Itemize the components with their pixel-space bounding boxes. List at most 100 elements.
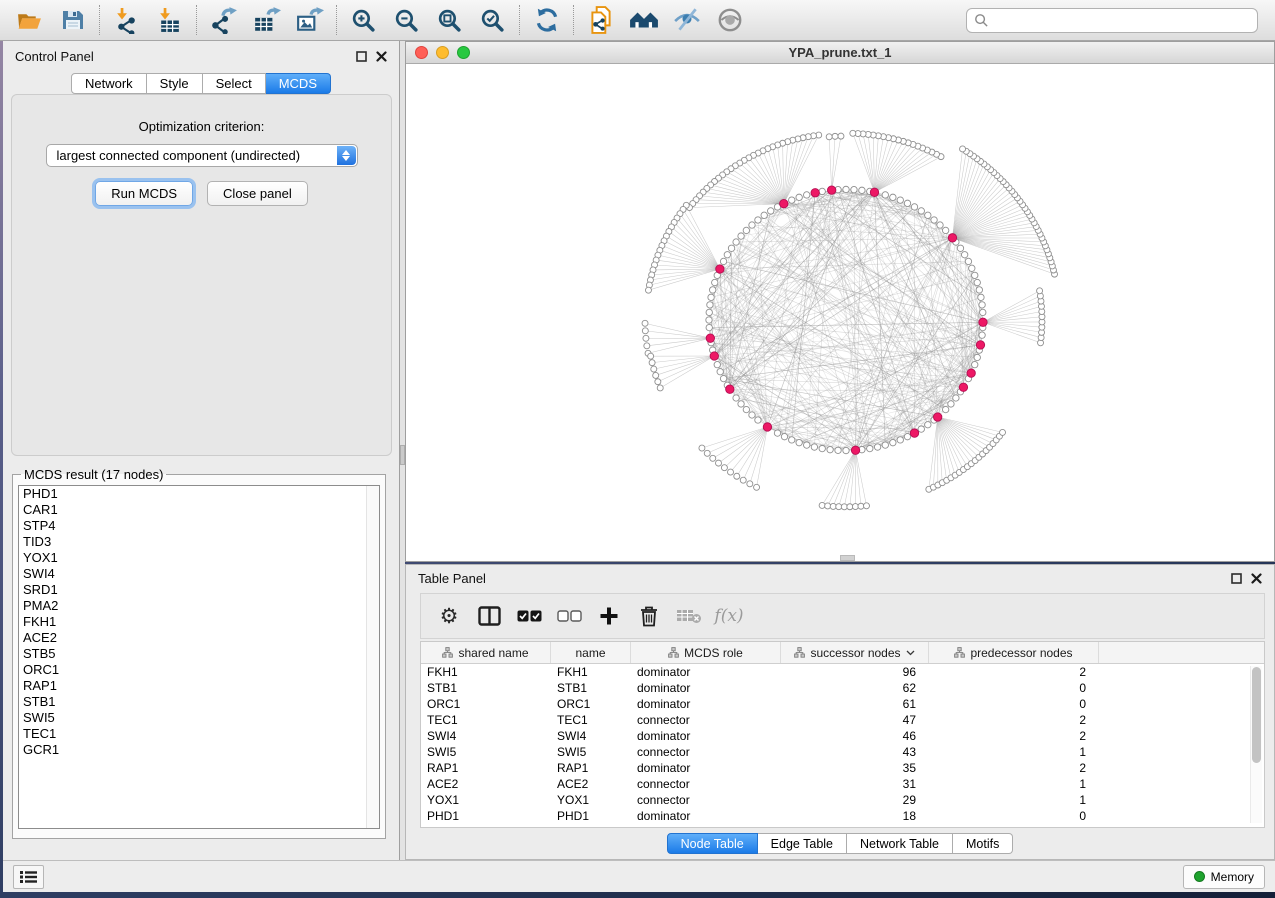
float-window-icon[interactable] (356, 51, 367, 62)
close-window-icon[interactable] (415, 46, 428, 59)
table-row[interactable]: SWI4SWI4dominator462 (421, 728, 1264, 744)
tab-motifs[interactable]: Motifs (953, 833, 1013, 854)
mcds-result-item[interactable]: CAR1 (19, 502, 379, 518)
column-header-successor-nodes[interactable]: successor nodes (781, 642, 929, 663)
column-header-shared-name[interactable]: shared name (421, 642, 551, 663)
table-row[interactable]: YOX1YOX1connector291 (421, 792, 1264, 808)
tab-mcds[interactable]: MCDS (266, 73, 331, 94)
search-field[interactable] (966, 8, 1258, 33)
hide-graphics-details-button[interactable] (665, 3, 708, 37)
minimize-window-icon[interactable] (436, 46, 449, 59)
table-settings-button[interactable]: ⚙ (429, 596, 469, 636)
delete-column-button[interactable] (629, 596, 669, 636)
save-session-button[interactable] (51, 3, 94, 37)
mcds-result-item[interactable]: STB1 (19, 694, 379, 710)
mcds-result-item[interactable]: ACE2 (19, 630, 379, 646)
table-cell: connector (631, 744, 781, 760)
mcds-result-item[interactable]: GCR1 (19, 742, 379, 758)
mcds-result-item[interactable]: SWI5 (19, 710, 379, 726)
eye-icon (716, 6, 744, 34)
show-graphics-details-button[interactable] (708, 3, 751, 37)
refresh-button[interactable] (525, 3, 568, 37)
canvas-splitter-handle[interactable] (840, 555, 855, 561)
table-cell: STB1 (421, 680, 551, 696)
optimization-criterion-select[interactable]: largest connected component (undirected) (46, 144, 358, 167)
table-row[interactable]: TEC1TEC1connector472 (421, 712, 1264, 728)
column-header-mcds-role[interactable]: MCDS role (631, 642, 781, 663)
network-window-titlebar[interactable]: YPA_prune.txt_1 (406, 42, 1274, 64)
toggle-columns-button[interactable] (469, 596, 509, 636)
delete-table-button[interactable] (669, 596, 709, 636)
mcds-result-item[interactable]: YOX1 (19, 550, 379, 566)
mcds-list-scrollbar[interactable] (366, 486, 379, 828)
close-panel-button[interactable]: Close panel (207, 181, 308, 206)
export-image-button[interactable] (288, 3, 331, 37)
search-input[interactable] (993, 13, 1250, 27)
export-table-button[interactable] (245, 3, 288, 37)
table-cell: dominator (631, 760, 781, 776)
mcds-result-item[interactable]: PMA2 (19, 598, 379, 614)
network-import-icon (113, 7, 140, 34)
mcds-result-item[interactable]: SWI4 (19, 566, 379, 582)
control-panel-title: Control Panel (15, 49, 94, 64)
select-all-button[interactable] (509, 596, 549, 636)
open-session-button[interactable] (8, 3, 51, 37)
table-cell: 2 (929, 760, 1099, 776)
table-cell: RAP1 (421, 760, 551, 776)
memory-button[interactable]: Memory (1183, 865, 1265, 889)
mcds-result-item[interactable]: TID3 (19, 534, 379, 550)
mcds-result-item[interactable]: PHD1 (19, 486, 379, 502)
maximize-window-icon[interactable] (457, 46, 470, 59)
run-mcds-button[interactable]: Run MCDS (95, 181, 193, 206)
deselect-all-button[interactable] (549, 596, 589, 636)
table-row[interactable]: ACE2ACE2connector311 (421, 776, 1264, 792)
mcds-result-item[interactable]: RAP1 (19, 678, 379, 694)
table-row[interactable]: PHD1PHD1dominator180 (421, 808, 1264, 824)
table-panel: Table Panel ⚙ (405, 564, 1275, 860)
table-cell: STB1 (551, 680, 631, 696)
mcds-result-item[interactable]: ORC1 (19, 662, 379, 678)
mcds-result-item[interactable]: STB5 (19, 646, 379, 662)
tab-edge-table[interactable]: Edge Table (758, 833, 847, 854)
zoom-in-button[interactable] (342, 3, 385, 37)
zoom-fit-button[interactable] (428, 3, 471, 37)
import-table-button[interactable] (148, 3, 191, 37)
mcds-result-item[interactable]: TEC1 (19, 726, 379, 742)
table-row[interactable]: RAP1RAP1dominator352 (421, 760, 1264, 776)
tab-network-table[interactable]: Network Table (847, 833, 953, 854)
tab-node-table[interactable]: Node Table (667, 833, 758, 854)
tab-select[interactable]: Select (203, 73, 266, 94)
table-row[interactable]: FKH1FKH1dominator962 (421, 664, 1264, 680)
table-row[interactable]: SWI5SWI5connector431 (421, 744, 1264, 760)
float-window-icon[interactable] (1231, 573, 1242, 584)
import-network-button[interactable] (105, 3, 148, 37)
create-column-button[interactable] (589, 596, 629, 636)
table-row[interactable]: STB1STB1dominator620 (421, 680, 1264, 696)
network-canvas[interactable] (406, 64, 1274, 561)
tree-icon (954, 647, 965, 658)
zoom-out-button[interactable] (385, 3, 428, 37)
table-scrollbar[interactable] (1250, 666, 1262, 823)
new-network-from-selection-button[interactable] (579, 3, 622, 37)
table-scrollbar-thumb[interactable] (1252, 667, 1261, 763)
close-panel-icon[interactable] (376, 51, 387, 62)
zoom-selected-button[interactable] (471, 3, 514, 37)
column-header-predecessor-nodes[interactable]: predecessor nodes (929, 642, 1099, 663)
export-network-button[interactable] (202, 3, 245, 37)
network-overview-button[interactable] (622, 3, 665, 37)
mcds-result-item[interactable]: FKH1 (19, 614, 379, 630)
tab-style[interactable]: Style (147, 73, 203, 94)
close-panel-icon[interactable] (1251, 573, 1262, 584)
mcds-result-item[interactable]: SRD1 (19, 582, 379, 598)
table-cell: 31 (781, 776, 929, 792)
show-task-history-button[interactable] (13, 865, 44, 889)
tab-network[interactable]: Network (71, 73, 147, 94)
column-header-name[interactable]: name (551, 642, 631, 663)
node-table[interactable]: shared name name MCDS role (420, 641, 1265, 828)
table-cell: 35 (781, 760, 929, 776)
table-cell: ACE2 (551, 776, 631, 792)
mcds-result-item[interactable]: STP4 (19, 518, 379, 534)
function-builder-button[interactable]: f(x) (709, 596, 749, 636)
columns-icon (478, 606, 501, 626)
table-row[interactable]: ORC1ORC1dominator610 (421, 696, 1264, 712)
